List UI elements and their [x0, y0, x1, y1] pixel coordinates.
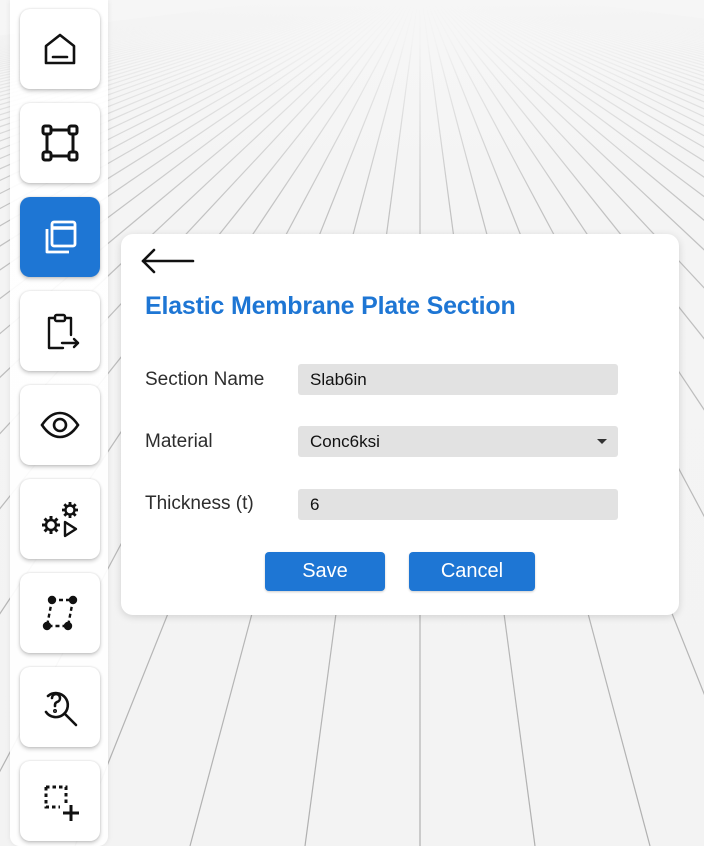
analyze-button[interactable]: [20, 479, 100, 559]
section-name-input[interactable]: [298, 364, 618, 395]
save-button[interactable]: Save: [265, 552, 385, 591]
material-select[interactable]: Conc6ksi: [298, 426, 618, 457]
material-label: Material: [145, 431, 213, 452]
parallelogram-nodes-icon: [42, 595, 78, 631]
section-panel: Elastic Membrane Plate Section Section N…: [121, 234, 679, 615]
query-button[interactable]: [20, 667, 100, 747]
draw-shape-button[interactable]: [20, 103, 100, 183]
cancel-button[interactable]: Cancel: [409, 552, 535, 591]
mesh-button[interactable]: [20, 573, 100, 653]
eye-icon: [40, 411, 80, 439]
left-toolbar: [10, 0, 108, 846]
dashed-select-add-icon: [44, 785, 79, 821]
home-button[interactable]: [20, 9, 100, 89]
sections-button[interactable]: [20, 197, 100, 277]
assign-button[interactable]: [20, 291, 100, 371]
bounding-square-icon: [41, 124, 79, 162]
home-icon: [44, 33, 76, 65]
gears-play-icon: [42, 502, 78, 538]
stacked-layers-icon: [45, 220, 77, 254]
back-button[interactable]: [139, 246, 197, 276]
back-arrow-icon: [141, 248, 195, 274]
chevron-down-icon: [597, 439, 607, 444]
thickness-input[interactable]: [298, 489, 618, 520]
thickness-label: Thickness (t): [145, 493, 254, 514]
panel-title: Elastic Membrane Plate Section: [145, 292, 516, 320]
search-question-icon: [44, 691, 78, 727]
view-button[interactable]: [20, 385, 100, 465]
select-add-button[interactable]: [20, 761, 100, 841]
section-name-label: Section Name: [145, 369, 265, 390]
clipboard-export-icon: [47, 313, 80, 350]
material-selected-value: Conc6ksi: [310, 431, 380, 451]
